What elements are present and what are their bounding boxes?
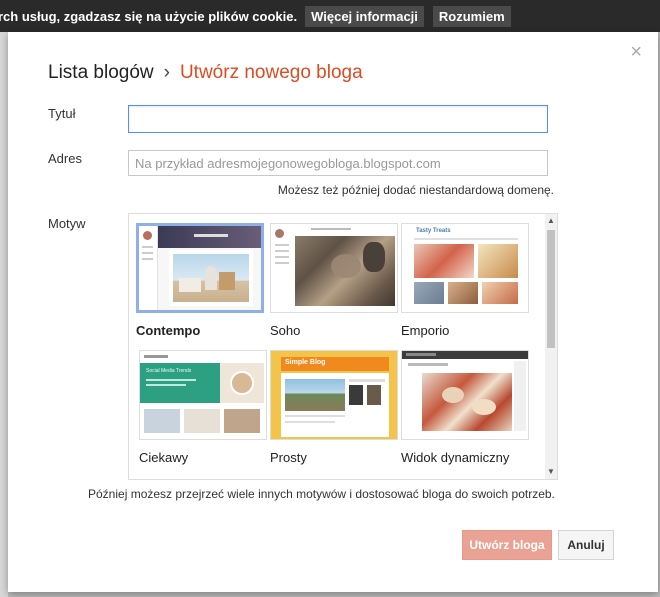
close-icon[interactable]: × [630,42,642,62]
theme-label: Motyw [48,216,86,231]
theme-prosty[interactable]: Simple Blog Prosty [270,350,398,465]
theme-contempo-name: Contempo [136,323,201,338]
scroll-up-icon[interactable]: ▲ [547,216,555,226]
accept-cookies-button[interactable]: Rozumiem [432,5,511,27]
address-label: Adres [48,151,82,166]
theme-widok-dynamiczny[interactable]: Widok dynamiczny [401,350,529,465]
cookie-bar: rch usług, zgadzasz się na użycie plików… [0,0,660,32]
cancel-button[interactable]: Anuluj [558,530,614,560]
title-input[interactable] [128,105,548,133]
more-info-button[interactable]: Więcej informacji [305,5,424,27]
theme-emporio-thumb-title: Tasty Treats [416,228,451,234]
breadcrumb-separator: › [163,62,170,83]
theme-contempo-thumbnail[interactable] [136,223,264,313]
breadcrumb: Lista blogów › Utwórz nowego bloga [48,62,363,84]
theme-emporio[interactable]: Tasty Treats Emporio [401,223,529,338]
create-blog-button[interactable]: Utwórz bloga [462,530,552,560]
theme-prosty-name: Prosty [270,450,307,465]
theme-prosty-thumb-title: Simple Blog [285,359,326,366]
theme-picker: Contempo Soho Tasty Treats Emporio Socia… [128,213,558,480]
cookie-text: rch usług, zgadzasz się na użycie plików… [0,8,298,24]
theme-widok-dynamiczny-name: Widok dynamiczny [401,450,510,465]
theme-picker-scrollbar[interactable]: ▲ ▼ [545,214,557,479]
theme-widok-dynamiczny-thumbnail[interactable] [401,350,529,440]
scroll-down-icon[interactable]: ▼ [547,467,555,477]
theme-contempo[interactable]: Contempo [136,223,264,338]
themes-footer-note: Później możesz przejrzeć wiele innych mo… [88,487,555,501]
theme-emporio-thumbnail[interactable]: Tasty Treats [401,223,529,313]
theme-ciekawy-thumbnail[interactable]: Social Media Trends [139,350,267,440]
theme-prosty-thumbnail[interactable]: Simple Blog [270,350,398,440]
theme-soho-thumbnail[interactable] [270,223,398,313]
theme-ciekawy-thumb-title: Social Media Trends [146,368,192,374]
breadcrumb-blog-list[interactable]: Lista blogów [48,62,154,83]
scrollbar-thumb[interactable] [547,230,555,348]
title-label: Tytuł [48,106,76,121]
address-input[interactable] [128,150,548,176]
create-blog-dialog: × Lista blogów › Utwórz nowego bloga Tytuł… [8,32,658,592]
theme-ciekawy-name: Ciekawy [139,450,189,465]
page-background [0,32,8,597]
theme-soho-name: Soho [270,323,301,338]
theme-soho[interactable]: Soho [270,223,398,338]
theme-emporio-name: Emporio [401,323,450,338]
address-hint: Możesz też później dodać niestandardową … [277,183,554,197]
theme-ciekawy[interactable]: Social Media Trends Ciekawy [139,350,267,465]
breadcrumb-current: Utwórz nowego bloga [179,62,363,83]
